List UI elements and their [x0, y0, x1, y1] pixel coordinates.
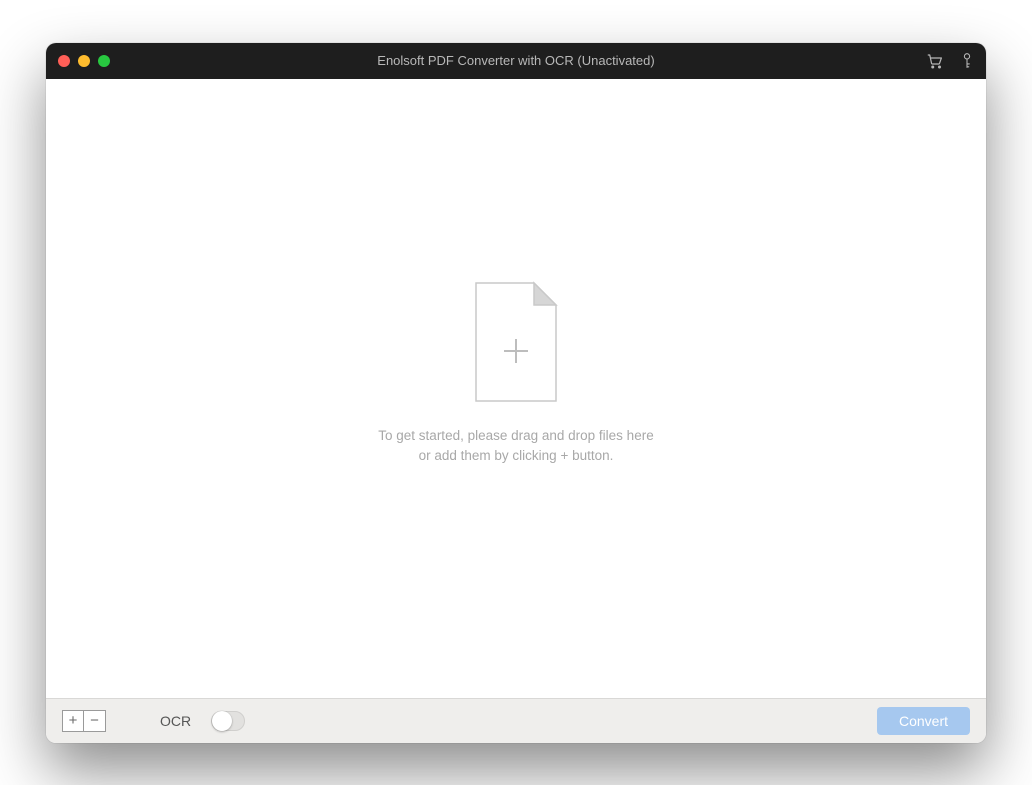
ocr-toggle-knob — [212, 711, 232, 731]
dropzone[interactable]: To get started, please drag and drop fil… — [378, 281, 653, 465]
content-area: To get started, please drag and drop fil… — [46, 79, 986, 698]
add-file-button[interactable]: + — [62, 710, 84, 732]
key-icon[interactable] — [960, 52, 974, 70]
traffic-lights — [58, 55, 110, 67]
app-window: Enolsoft PDF Converter with OCR (Unactiv… — [46, 43, 986, 743]
dropzone-hint: To get started, please drag and drop fil… — [378, 426, 653, 465]
close-window-button[interactable] — [58, 55, 70, 67]
dropzone-hint-line2: or add them by clicking + button. — [378, 446, 653, 466]
minus-icon: − — [90, 713, 99, 728]
window-title: Enolsoft PDF Converter with OCR (Unactiv… — [46, 53, 986, 68]
titlebar: Enolsoft PDF Converter with OCR (Unactiv… — [46, 43, 986, 79]
add-file-icon — [468, 281, 564, 408]
minimize-window-button[interactable] — [78, 55, 90, 67]
remove-file-button[interactable]: − — [84, 710, 106, 732]
convert-button[interactable]: Convert — [877, 707, 970, 735]
ocr-toggle[interactable] — [211, 711, 245, 731]
plus-icon: + — [69, 713, 78, 728]
ocr-label: OCR — [160, 713, 191, 729]
fullscreen-window-button[interactable] — [98, 55, 110, 67]
titlebar-actions — [926, 52, 974, 70]
bottom-toolbar: + − OCR Convert — [46, 698, 986, 743]
add-remove-group: + − — [62, 710, 106, 732]
cart-icon[interactable] — [926, 52, 944, 70]
dropzone-hint-line1: To get started, please drag and drop fil… — [378, 426, 653, 446]
